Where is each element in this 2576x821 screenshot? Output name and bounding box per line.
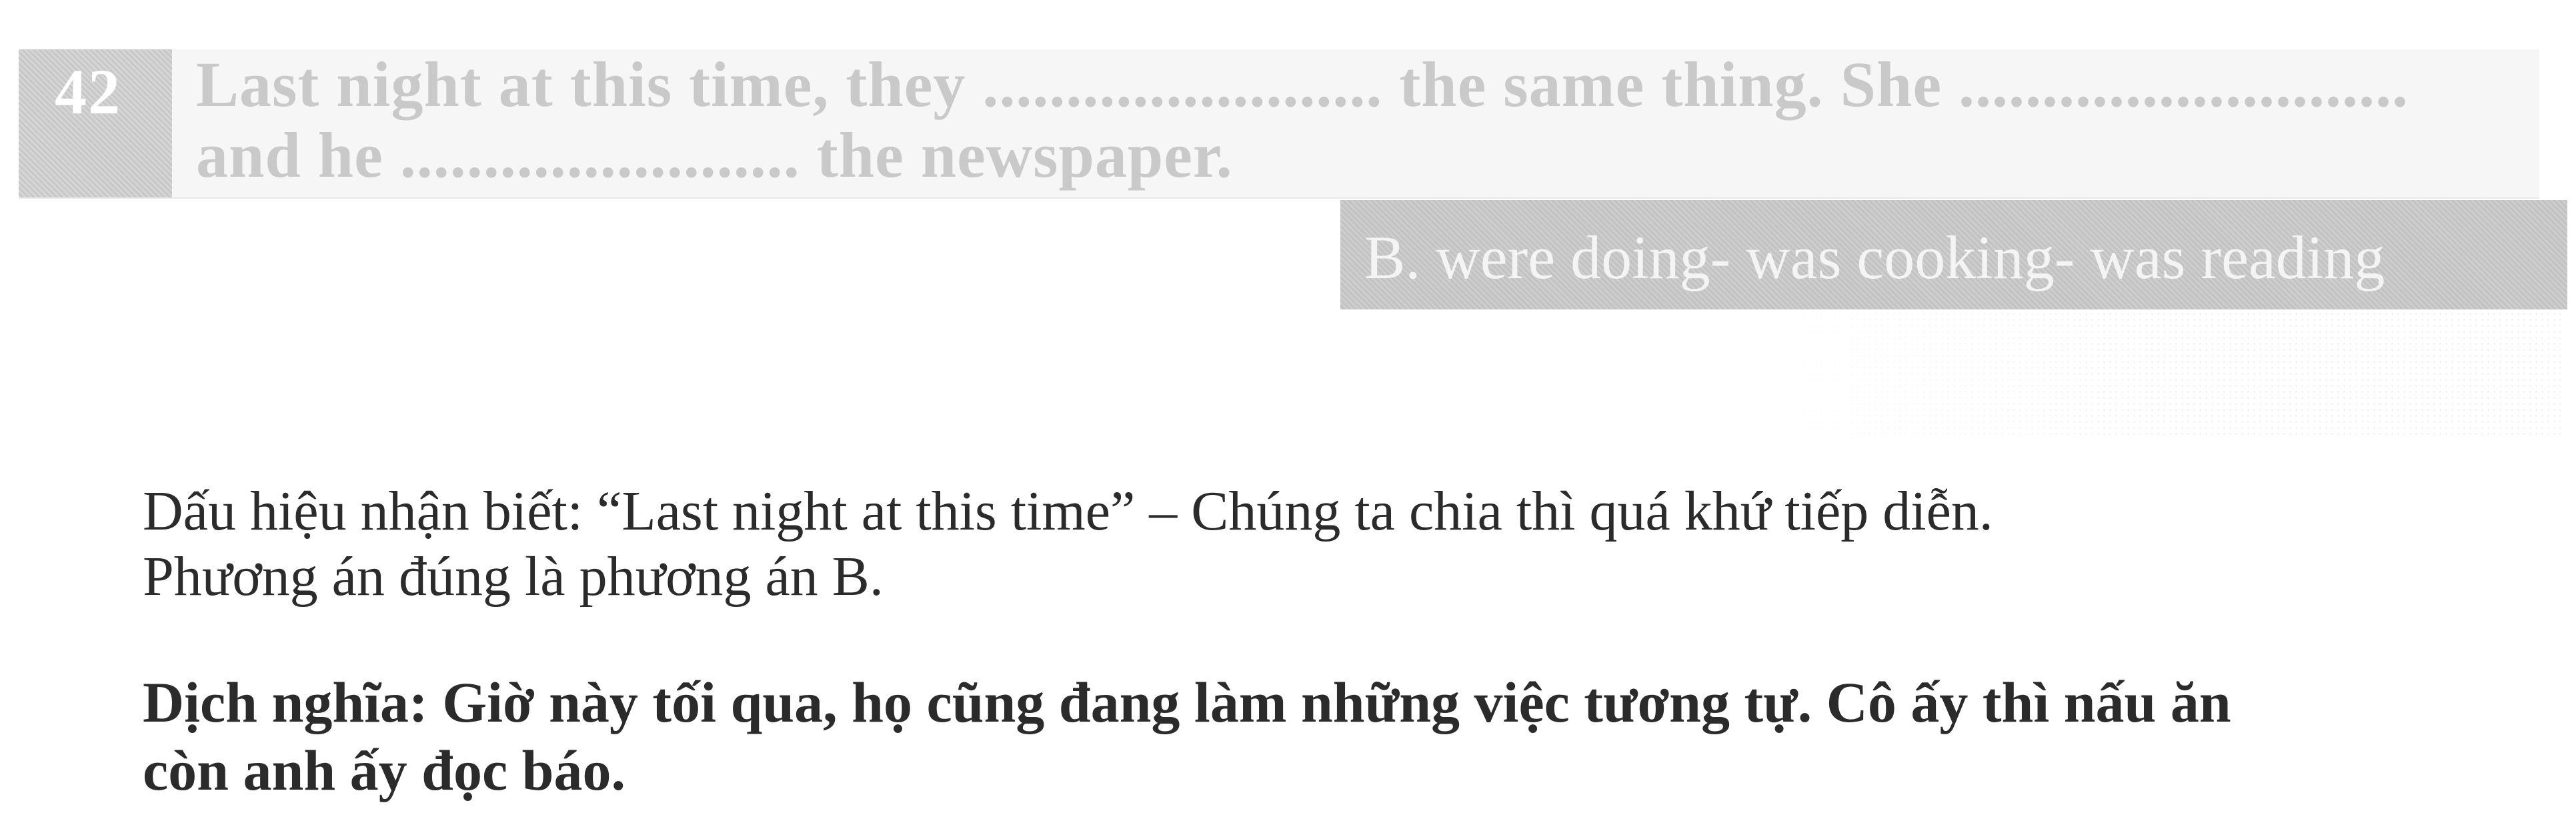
translation-line-1: Dịch nghĩa: Giờ này tối qua, họ cũng đan… — [143, 670, 2231, 734]
explanation-block: Dấu hiệu nhận biết: “Last night at this … — [143, 479, 2557, 610]
question-number-badge: 42 — [19, 49, 172, 197]
translation-block: Dịch nghĩa: Giờ này tối qua, họ cũng đan… — [143, 668, 2570, 804]
answer-text: B. were doing- was cooking- was reading — [1364, 223, 2385, 291]
explanation-line-2: Phương án đúng là phương án B. — [143, 546, 884, 608]
question-line-2: and he ........................ the news… — [196, 119, 1233, 191]
question-number: 42 — [55, 56, 121, 127]
question-line-1: Last night at this time, they ..........… — [196, 49, 2409, 120]
answer-box: B. were doing- was cooking- was reading — [1340, 200, 2567, 309]
question-text: Last night at this time, they ..........… — [196, 49, 2530, 191]
scan-noise-decoration — [1687, 311, 2561, 438]
question-strip: 42 Last night at this time, they .......… — [19, 49, 2539, 199]
translation-line-2: còn anh ấy đọc báo. — [143, 738, 625, 802]
explanation-line-1: Dấu hiệu nhận biết: “Last night at this … — [143, 480, 1993, 542]
